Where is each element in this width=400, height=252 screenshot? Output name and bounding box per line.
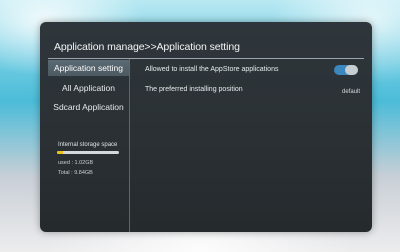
sidebar-item-sdcard-application[interactable]: Sdcard Application [48, 99, 129, 115]
settings-window: Application manage>>Application setting … [40, 22, 372, 232]
sidebar: Application setting All Application Sdca… [48, 59, 130, 232]
page-title: Application manage>>Application setting [54, 41, 240, 53]
toggle-knob [345, 65, 358, 75]
allow-appstore-toggle[interactable] [334, 65, 358, 75]
setting-row-allow-appstore[interactable]: Allowed to install the AppStore applicat… [145, 65, 360, 80]
storage-label: Internal storage space [58, 142, 118, 148]
storage-used-text: used : 1.02GB [58, 160, 94, 166]
setting-label-install-position: The preferred installing position [145, 86, 243, 93]
storage-total-text: Total : 9.84GB [58, 170, 93, 176]
sidebar-item-all-application[interactable]: All Application [48, 80, 129, 96]
sidebar-item-application-setting[interactable]: Application setting [48, 60, 129, 76]
setting-label-allow-appstore: Allowed to install the AppStore applicat… [145, 66, 279, 73]
install-position-value[interactable]: default [342, 89, 360, 95]
setting-row-install-position[interactable]: The preferred installing position defaul… [145, 86, 360, 100]
storage-progress-fill [57, 151, 64, 154]
storage-progress-bar [57, 151, 119, 154]
